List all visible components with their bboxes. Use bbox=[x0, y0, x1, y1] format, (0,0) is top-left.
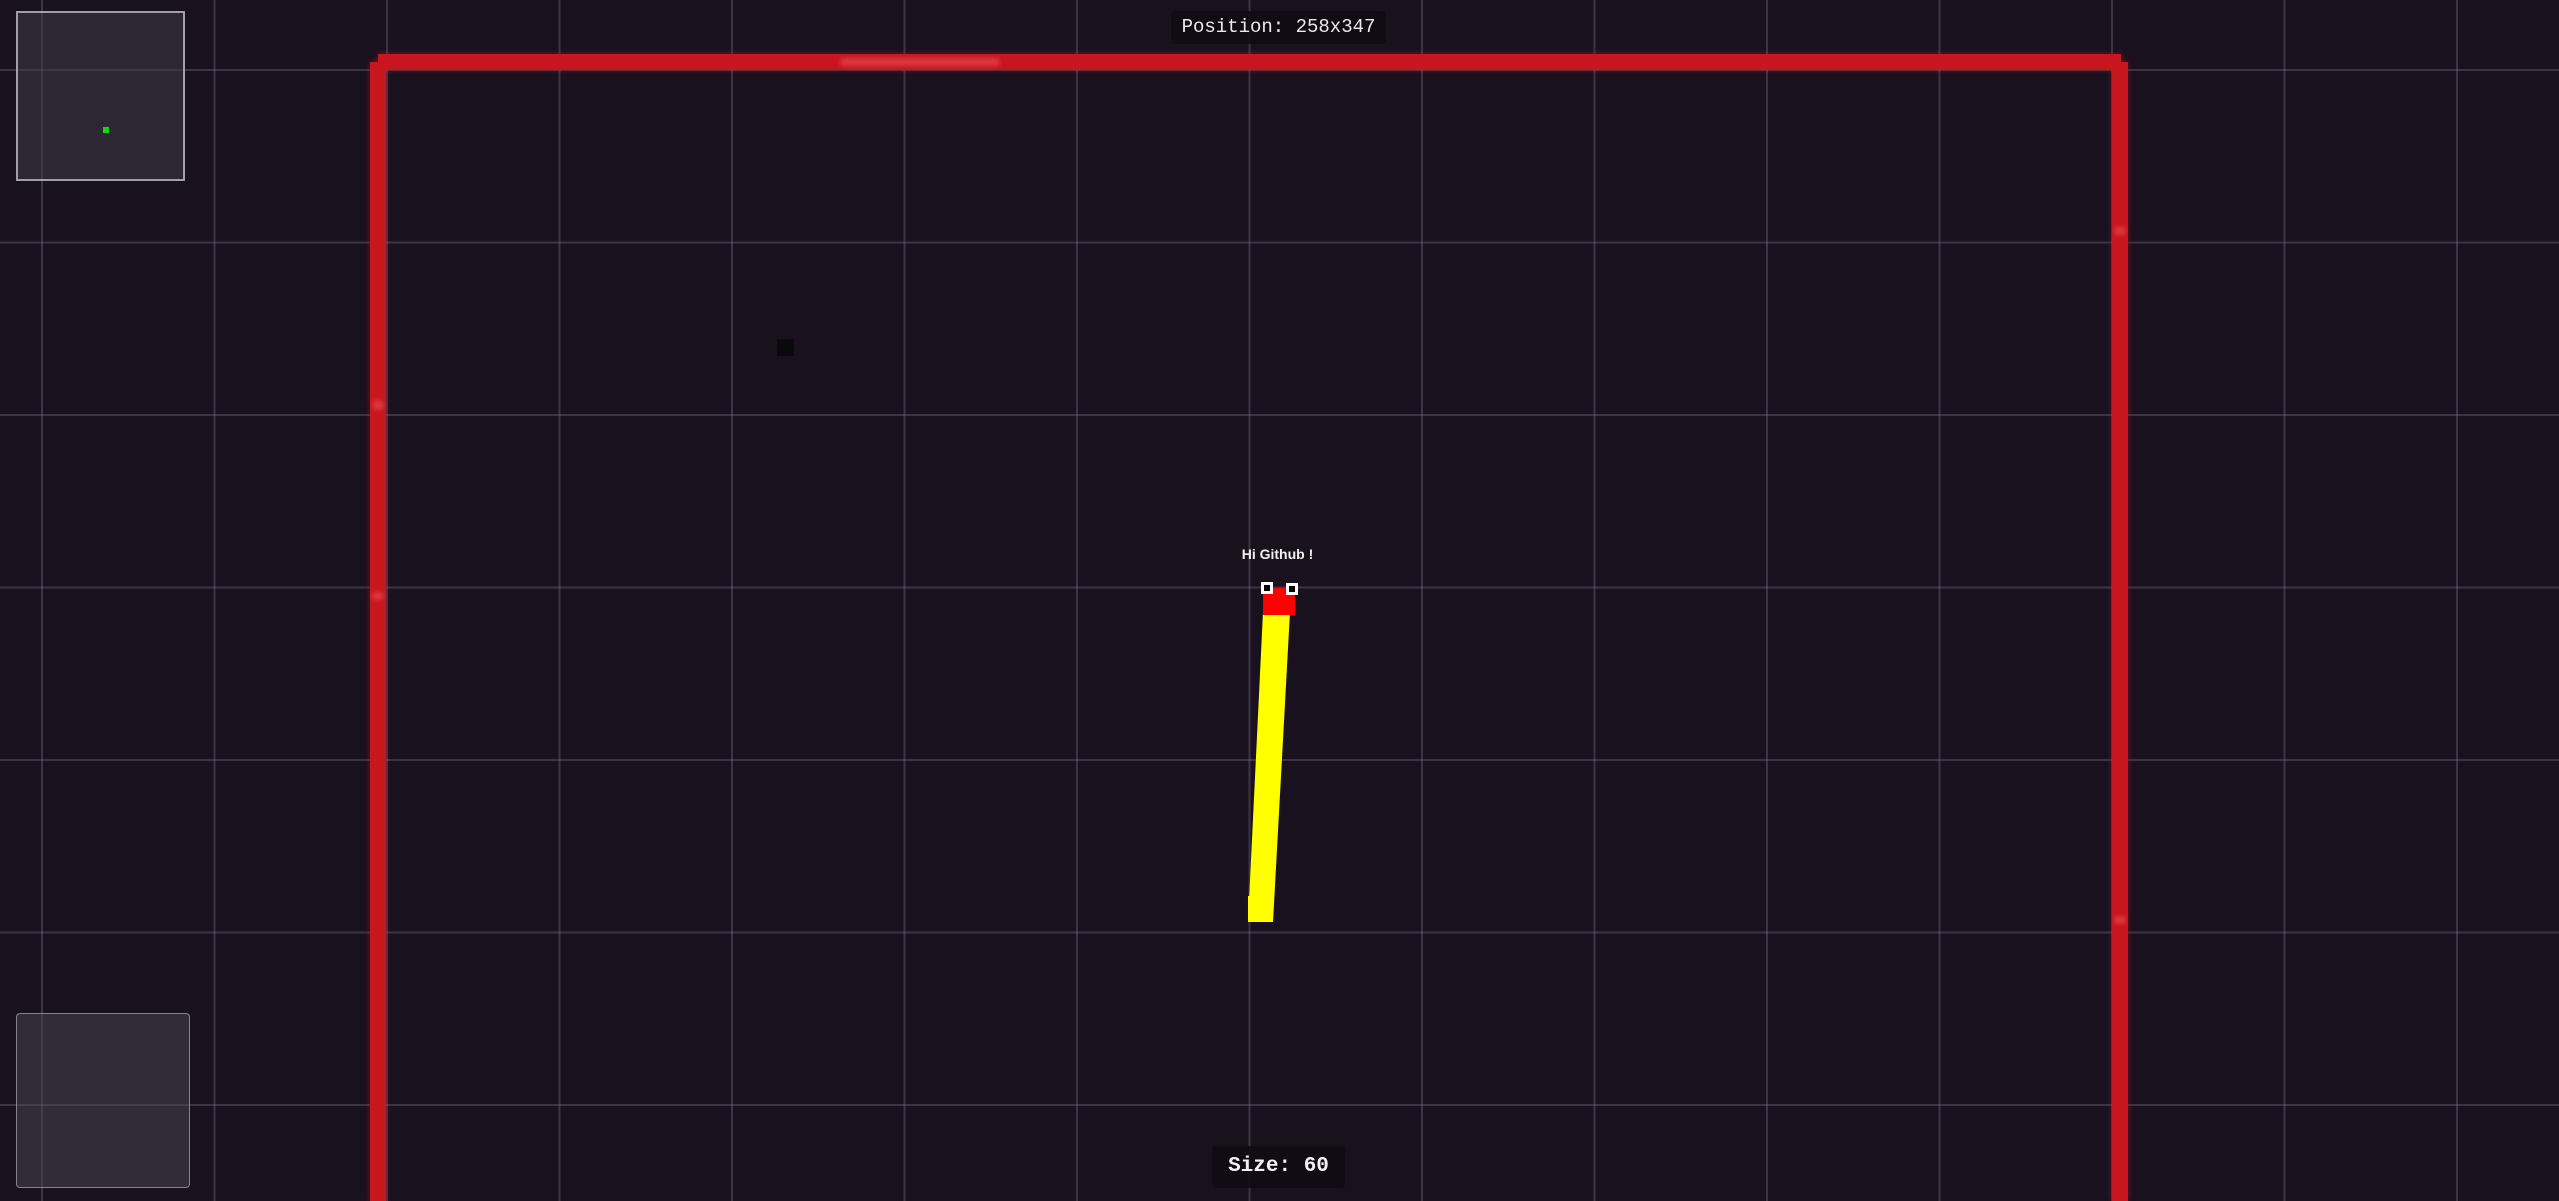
game-canvas[interactable]: Hi Github ! Position: 258x347 Size: 60 bbox=[0, 0, 2559, 1201]
player-name-label: Hi Github ! bbox=[1241, 546, 1314, 562]
snake-eye-left bbox=[1261, 582, 1273, 594]
wall-glow-left-2 bbox=[372, 592, 384, 600]
joystick-panel[interactable] bbox=[16, 1013, 190, 1188]
snake-tail bbox=[1248, 896, 1273, 922]
wall-glow-right-2 bbox=[2114, 916, 2126, 924]
size-readout: Size: 60 bbox=[1212, 1146, 1345, 1188]
arena-wall-left bbox=[370, 62, 386, 1201]
snake-head bbox=[1263, 588, 1295, 615]
wall-glow-top bbox=[840, 58, 1000, 66]
position-readout: Position: 258x347 bbox=[1171, 11, 1386, 44]
minimap-panel bbox=[16, 11, 185, 181]
food-pellet bbox=[777, 339, 794, 356]
wall-glow-left-1 bbox=[372, 400, 384, 410]
snake-eye-right bbox=[1286, 583, 1298, 595]
arena-wall-top bbox=[378, 54, 2121, 70]
snake-body bbox=[1248, 612, 1290, 922]
size-label: Size: bbox=[1228, 1155, 1304, 1178]
size-value: 60 bbox=[1303, 1155, 1329, 1178]
minimap-player-dot bbox=[103, 127, 109, 133]
wall-glow-right-1 bbox=[2114, 227, 2126, 235]
